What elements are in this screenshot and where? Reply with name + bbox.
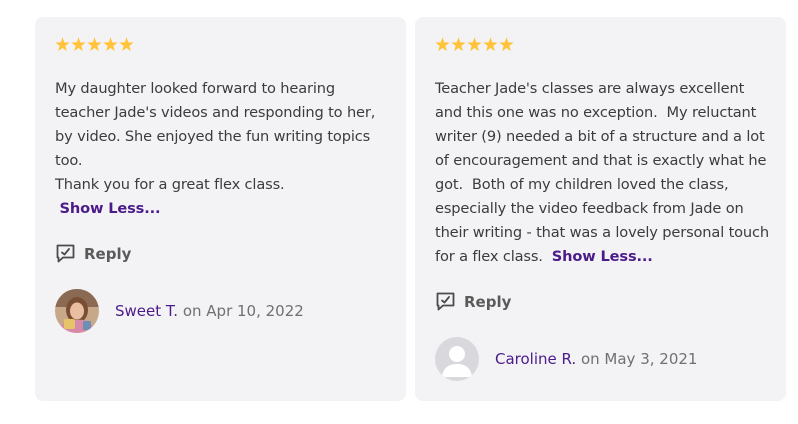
review-author: Sweet T. on Apr 10, 2022	[55, 289, 304, 333]
avatar	[55, 289, 99, 333]
star-icon	[483, 37, 498, 52]
reply-label: Reply	[84, 244, 132, 263]
star-icon	[87, 37, 102, 52]
star-icon	[499, 37, 514, 52]
review-paragraph: My daughter looked forward to hearing te…	[55, 80, 380, 169]
star-icon	[467, 37, 482, 52]
author-name[interactable]: Caroline R.	[495, 350, 576, 368]
review-paragraph: Thank you for a great flex class. Show L…	[55, 173, 391, 221]
show-less-link[interactable]: Show Less...	[60, 200, 161, 217]
star-icon	[119, 37, 134, 52]
review-card: Teacher Jade's classes are always excell…	[415, 17, 786, 401]
user-photo-icon	[55, 289, 99, 333]
review-text: Teacher Jade's classes are always excell…	[435, 77, 771, 269]
review-date: on May 3, 2021	[580, 350, 698, 368]
review-paragraph: Teacher Jade's classes are always excell…	[435, 77, 771, 269]
author-name[interactable]: Sweet T.	[115, 302, 178, 320]
review-date: on Apr 10, 2022	[182, 302, 304, 320]
reply-label: Reply	[464, 292, 512, 311]
star-icon	[55, 37, 70, 52]
review-author: Caroline R. on May 3, 2021	[435, 337, 697, 381]
avatar	[435, 337, 479, 381]
review-text: My daughter looked forward to hearing te…	[55, 77, 391, 221]
star-icon	[451, 37, 466, 52]
show-less-link[interactable]: Show Less...	[552, 248, 653, 265]
star-icon	[71, 37, 86, 52]
review-card: My daughter looked forward to hearing te…	[35, 17, 406, 401]
reply-button[interactable]: Reply	[435, 291, 511, 312]
review-paragraph-text: Thank you for a great flex class.	[55, 176, 285, 193]
review-paragraph-text: Teacher Jade's classes are always excell…	[435, 80, 774, 265]
reply-icon	[56, 244, 75, 263]
star-icon	[103, 37, 118, 52]
star-rating	[55, 37, 134, 52]
default-avatar-icon	[435, 337, 479, 381]
star-icon	[435, 37, 450, 52]
reply-button[interactable]: Reply	[55, 243, 131, 264]
star-rating	[435, 37, 514, 52]
reply-icon	[436, 292, 455, 311]
